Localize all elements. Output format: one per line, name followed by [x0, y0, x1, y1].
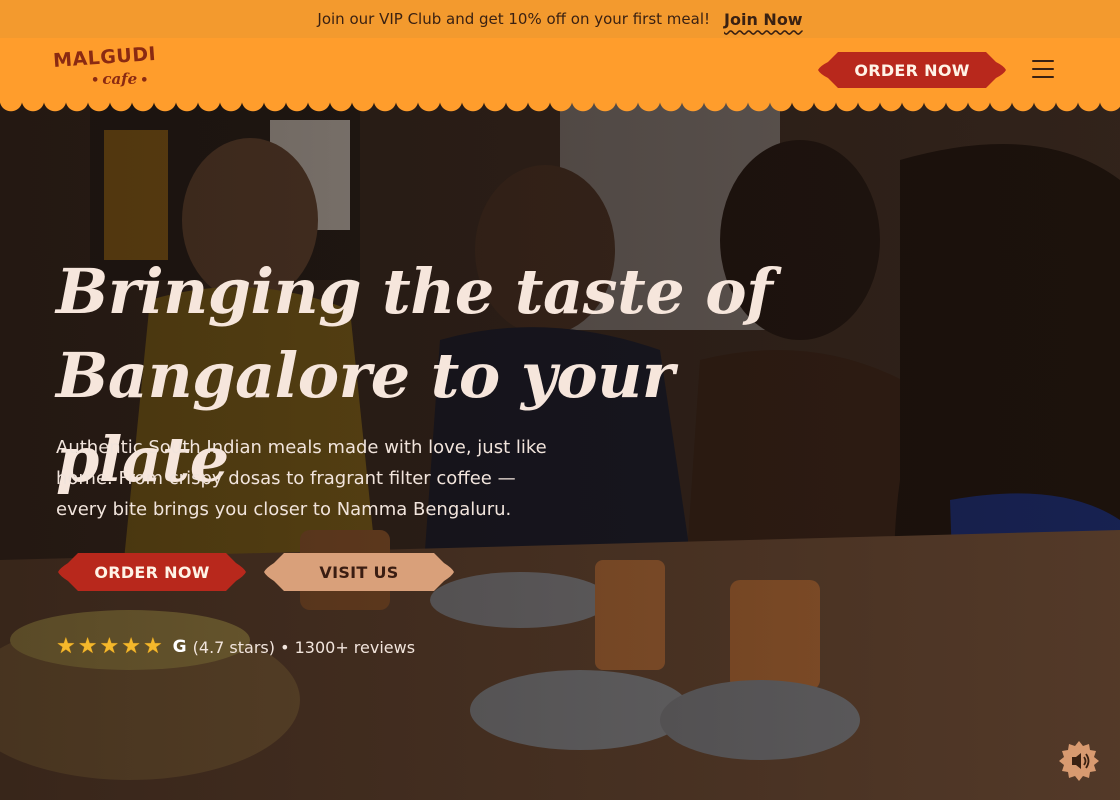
google-icon: G — [172, 637, 187, 657]
rating-stars: ★ ★ ★ ★ ★ — [56, 636, 163, 658]
promo-text: Join our VIP Club and get 10% off on you… — [317, 10, 711, 28]
promo-bar: Join our VIP Club and get 10% off on you… — [0, 0, 1120, 38]
hero-description: Authentic South Indian meals made with l… — [56, 437, 547, 520]
header-order-now-button[interactable]: ORDER NOW — [818, 50, 1006, 90]
sound-toggle-button[interactable] — [1058, 740, 1100, 782]
hamburger-menu-icon[interactable] — [1030, 60, 1056, 80]
hero-section: Bringing the taste of Bangalore to your … — [0, 100, 1120, 800]
logo-wordmark: MALGUDI — [52, 42, 157, 72]
logo-subtitle: • cafe • — [91, 70, 149, 88]
visit-us-label: VISIT US — [319, 562, 399, 582]
hero-order-now-button[interactable]: ORDER NOW — [58, 551, 246, 593]
join-now-link[interactable]: Join Now — [724, 10, 803, 29]
header-order-now-label: ORDER NOW — [854, 60, 970, 80]
visit-us-button[interactable]: VISIT US — [264, 551, 454, 593]
hero-title-line-1: Bringing the taste of — [56, 255, 773, 328]
site-header: MALGUDI • cafe • ORDER NOW — [0, 38, 1120, 100]
star-icon: ★ — [142, 634, 163, 659]
rating-summary: ★ ★ ★ ★ ★ G (4.7 stars) • 1300+ reviews — [56, 636, 415, 658]
star-icon: ★ — [77, 634, 98, 659]
star-icon: ★ — [121, 634, 141, 659]
hero-order-now-label: ORDER NOW — [94, 562, 210, 582]
speaker-volume-icon — [1059, 741, 1099, 781]
malgudi-cafe-logo[interactable]: MALGUDI • cafe • — [52, 43, 166, 92]
header-scallop-edge — [0, 100, 1120, 114]
rating-text: (4.7 stars) • 1300+ reviews — [192, 637, 416, 657]
star-icon: ★ — [99, 634, 120, 659]
logo-sub-text: cafe — [102, 70, 138, 88]
star-icon: ★ — [56, 634, 76, 659]
